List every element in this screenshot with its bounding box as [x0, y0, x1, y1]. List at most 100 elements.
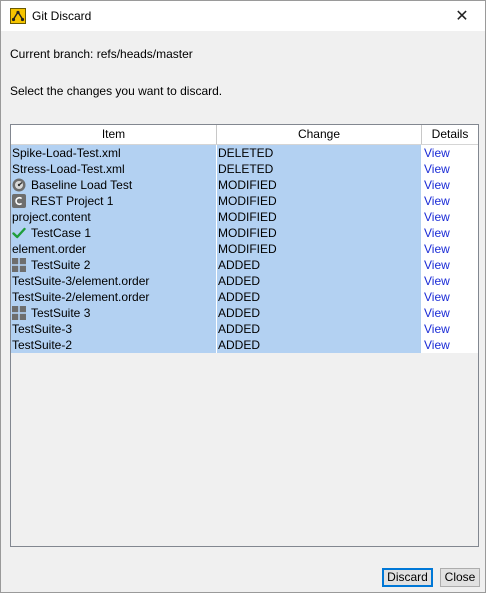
cell-change[interactable]: ADDED: [217, 305, 422, 321]
current-branch-label: Current branch: refs/heads/master: [10, 47, 193, 61]
cell-change[interactable]: MODIFIED: [217, 193, 422, 209]
cell-details: View: [422, 289, 478, 305]
item-label: TestSuite-3/element.order: [12, 274, 150, 288]
item-label: Baseline Load Test: [31, 178, 133, 192]
table-row[interactable]: project.content MODIFIED View: [11, 209, 478, 225]
change-status: MODIFIED: [218, 226, 277, 240]
cell-change[interactable]: DELETED: [217, 145, 422, 161]
cell-item[interactable]: Spike-Load-Test.xml: [11, 145, 217, 161]
view-details-link[interactable]: View: [424, 241, 450, 257]
item-label: TestSuite 3: [31, 306, 91, 320]
table-body: Spike-Load-Test.xml DELETED View Stress-Loa…: [11, 145, 478, 353]
item-label: REST Project 1: [31, 194, 114, 208]
change-status: DELETED: [218, 162, 274, 176]
cell-item[interactable]: TestSuite-3/element.order: [11, 273, 217, 289]
item-label: element.order: [12, 242, 87, 256]
load-test-icon: [12, 178, 26, 192]
table-row[interactable]: TestSuite 3 ADDED View: [11, 305, 478, 321]
column-header-details[interactable]: Details: [422, 125, 478, 144]
instruction-label: Select the changes you want to discard.: [10, 84, 223, 98]
change-status: DELETED: [218, 146, 274, 160]
cell-details: View: [422, 321, 478, 337]
git-app-icon: [10, 8, 26, 24]
close-button[interactable]: Close: [440, 568, 480, 587]
item-label: TestCase 1: [31, 226, 92, 240]
view-details-link[interactable]: View: [424, 305, 450, 321]
column-header-item[interactable]: Item: [11, 125, 217, 144]
view-details-link[interactable]: View: [424, 257, 450, 273]
cell-item[interactable]: project.content: [11, 209, 217, 225]
item-label: TestSuite 2: [31, 258, 91, 272]
table-row[interactable]: TestSuite-2/element.order ADDED View: [11, 289, 478, 305]
cell-item[interactable]: element.order: [11, 241, 217, 257]
item-label: project.content: [12, 210, 91, 224]
cell-item[interactable]: TestCase 1: [11, 225, 217, 241]
change-status: MODIFIED: [218, 210, 277, 224]
discard-button[interactable]: Discard: [382, 568, 433, 587]
table-row[interactable]: REST Project 1 MODIFIED View: [11, 193, 478, 209]
cell-item[interactable]: TestSuite-2: [11, 337, 217, 353]
table-row[interactable]: Baseline Load Test MODIFIED View: [11, 177, 478, 193]
cell-change[interactable]: ADDED: [217, 273, 422, 289]
cell-change[interactable]: ADDED: [217, 257, 422, 273]
cell-item[interactable]: Stress-Load-Test.xml: [11, 161, 217, 177]
title-bar: Git Discard ✕: [1, 1, 485, 31]
cell-change[interactable]: MODIFIED: [217, 241, 422, 257]
rest-project-icon: [12, 194, 26, 208]
cell-change[interactable]: ADDED: [217, 289, 422, 305]
cell-details: View: [422, 305, 478, 321]
change-status: ADDED: [218, 274, 261, 288]
change-status: ADDED: [218, 306, 261, 320]
view-details-link[interactable]: View: [424, 321, 450, 337]
cell-change[interactable]: ADDED: [217, 321, 422, 337]
cell-item[interactable]: TestSuite 3: [11, 305, 217, 321]
cell-change[interactable]: MODIFIED: [217, 177, 422, 193]
item-label: TestSuite-2: [12, 338, 73, 352]
item-label: Stress-Load-Test.xml: [12, 162, 125, 176]
table-row[interactable]: TestSuite-3 ADDED View: [11, 321, 478, 337]
view-details-link[interactable]: View: [424, 225, 450, 241]
cell-details: View: [422, 145, 478, 161]
table-row[interactable]: Spike-Load-Test.xml DELETED View: [11, 145, 478, 161]
cell-item[interactable]: Baseline Load Test: [11, 177, 217, 193]
close-icon[interactable]: ✕: [439, 1, 485, 31]
view-details-link[interactable]: View: [424, 145, 450, 161]
cell-details: View: [422, 273, 478, 289]
table-row[interactable]: TestSuite 2 ADDED View: [11, 257, 478, 273]
view-details-link[interactable]: View: [424, 177, 450, 193]
view-details-link[interactable]: View: [424, 161, 450, 177]
cell-details: View: [422, 257, 478, 273]
button-bar: Discard Close: [1, 561, 485, 592]
cell-details: View: [422, 241, 478, 257]
cell-item[interactable]: REST Project 1: [11, 193, 217, 209]
cell-item[interactable]: TestSuite-3: [11, 321, 217, 337]
table-row[interactable]: TestSuite-3/element.order ADDED View: [11, 273, 478, 289]
table-row[interactable]: TestCase 1 MODIFIED View: [11, 225, 478, 241]
cell-item[interactable]: TestSuite 2: [11, 257, 217, 273]
change-status: MODIFIED: [218, 178, 277, 192]
cell-item[interactable]: TestSuite-2/element.order: [11, 289, 217, 305]
view-details-link[interactable]: View: [424, 289, 450, 305]
item-label: TestSuite-2/element.order: [12, 290, 150, 304]
window-title: Git Discard: [32, 9, 92, 23]
cell-details: View: [422, 177, 478, 193]
changes-table: Item Change Details Spike-Load-Test.xml D…: [10, 124, 479, 547]
change-status: ADDED: [218, 290, 261, 304]
view-details-link[interactable]: View: [424, 193, 450, 209]
cell-change[interactable]: MODIFIED: [217, 209, 422, 225]
cell-change[interactable]: DELETED: [217, 161, 422, 177]
cell-change[interactable]: MODIFIED: [217, 225, 422, 241]
cell-change[interactable]: ADDED: [217, 337, 422, 353]
view-details-link[interactable]: View: [424, 273, 450, 289]
dialog-body: Current branch: refs/heads/master Select…: [1, 31, 485, 561]
cell-details: View: [422, 225, 478, 241]
table-row[interactable]: Stress-Load-Test.xml DELETED View: [11, 161, 478, 177]
item-label: Spike-Load-Test.xml: [12, 146, 121, 160]
table-row[interactable]: element.order MODIFIED View: [11, 241, 478, 257]
view-details-link[interactable]: View: [424, 209, 450, 225]
git-discard-dialog: Git Discard ✕ Current branch: refs/heads…: [0, 0, 486, 593]
column-header-change[interactable]: Change: [217, 125, 422, 144]
cell-details: View: [422, 337, 478, 353]
view-details-link[interactable]: View: [424, 337, 450, 353]
table-row[interactable]: TestSuite-2 ADDED View: [11, 337, 478, 353]
